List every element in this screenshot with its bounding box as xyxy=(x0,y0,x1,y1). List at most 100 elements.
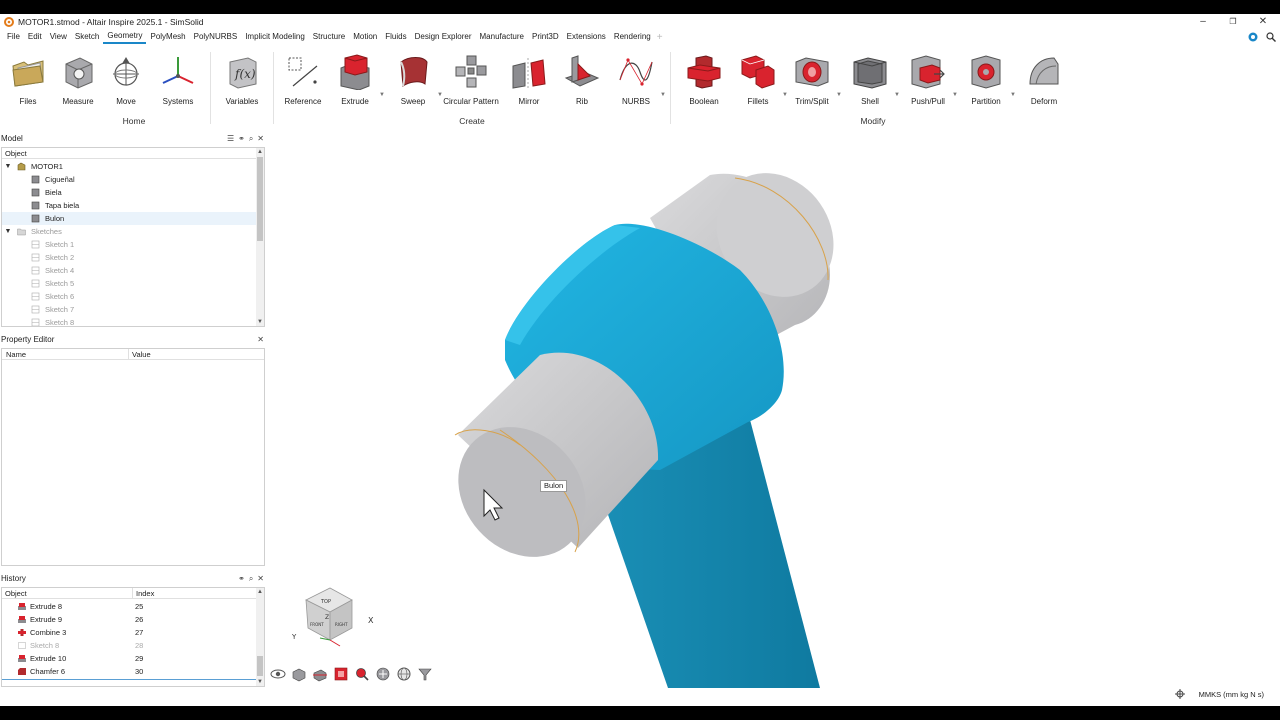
history-row[interactable]: Extrude 10 29 xyxy=(2,652,258,665)
visibility-icon[interactable] xyxy=(270,666,286,682)
menu-polymesh[interactable]: PolyMesh xyxy=(146,30,189,44)
tree-row-sketch[interactable]: Sketch 4 xyxy=(2,264,258,277)
tree-row-part[interactable]: Biela xyxy=(2,186,258,199)
account-icon[interactable] xyxy=(1248,32,1258,42)
tree-row-sketches[interactable]: ▼ Sketches xyxy=(2,225,258,238)
binoculars-icon[interactable]: ⚭ xyxy=(238,133,245,145)
nurbs-dropdown-icon[interactable]: ▼ xyxy=(660,92,666,98)
section-cut-icon[interactable] xyxy=(312,666,328,682)
tree-row-motor1[interactable]: ▼ MOTOR1 xyxy=(2,160,258,173)
menu-fluids[interactable]: Fluids xyxy=(381,30,410,44)
extrude-button[interactable]: Extrude xyxy=(327,46,383,110)
chevron-down-icon[interactable]: ▼ xyxy=(4,160,12,173)
menu-edit[interactable]: Edit xyxy=(24,30,46,44)
model-tree-scrollbar[interactable]: ▲ ▼ xyxy=(256,148,264,326)
search-icon[interactable] xyxy=(1266,32,1276,42)
history-row[interactable]: Combine 3 27 xyxy=(2,626,258,639)
snap-target-icon[interactable] xyxy=(1174,689,1185,699)
unit-system-selector[interactable]: MMKS (mm kg N s) xyxy=(1199,690,1264,699)
history-rollback-marker[interactable] xyxy=(2,679,258,680)
scrollbar-thumb[interactable] xyxy=(257,157,263,241)
list-view-icon[interactable]: ☰ xyxy=(227,133,234,145)
menu-rendering[interactable]: Rendering xyxy=(610,30,655,44)
trim-split-icon xyxy=(795,57,829,87)
trim-split-button[interactable]: Trim/Split xyxy=(784,46,840,110)
chevron-down-icon[interactable]: ▼ xyxy=(4,225,12,238)
zoom-icon[interactable] xyxy=(354,666,370,682)
scroll-up-icon[interactable]: ▲ xyxy=(256,148,264,156)
menu-design-explorer[interactable]: Design Explorer xyxy=(411,30,476,44)
history-name: Extrude 8 xyxy=(30,602,63,611)
menu-file[interactable]: File xyxy=(3,30,24,44)
tree-row-sketch[interactable]: Sketch 7 xyxy=(2,303,258,316)
application-window: MOTOR1.stmod - Altair Inspire 2025.1 - S… xyxy=(0,14,1280,706)
viewport-toolbar xyxy=(270,664,433,684)
binoculars-icon[interactable]: ⚭ xyxy=(238,573,245,585)
menu-print3d[interactable]: Print3D xyxy=(528,30,563,44)
menu-view[interactable]: View xyxy=(46,30,71,44)
tree-row-part[interactable]: Tapa biela xyxy=(2,199,258,212)
tree-row-part-selected[interactable]: Bulon xyxy=(2,212,258,225)
scrollbar-thumb[interactable] xyxy=(257,656,263,676)
deform-button[interactable]: Deform xyxy=(1016,46,1072,110)
systems-button[interactable]: Systems xyxy=(150,46,206,110)
history-row[interactable]: Sketch 8 28 xyxy=(2,639,258,652)
minimize-button[interactable]: – xyxy=(1188,14,1218,30)
tree-row-part[interactable]: Cigueñal xyxy=(2,173,258,186)
filter-icon[interactable] xyxy=(417,666,433,682)
menu-extensions[interactable]: Extensions xyxy=(563,30,610,44)
search-icon[interactable]: ⌕ xyxy=(249,133,253,145)
menu-motion[interactable]: Motion xyxy=(349,30,381,44)
variables-button[interactable]: f(x) Variables xyxy=(214,46,270,110)
add-ribbon-tab-button[interactable]: + xyxy=(657,32,663,43)
coordinate-system-icon xyxy=(162,57,194,84)
tree-row-sketch[interactable]: Sketch 1 xyxy=(2,238,258,251)
menu-implicit-modeling[interactable]: Implicit Modeling xyxy=(241,30,309,44)
tree-row-sketch[interactable]: Sketch 6 xyxy=(2,290,258,303)
ribbon-separator xyxy=(273,52,274,124)
menu-manufacture[interactable]: Manufacture xyxy=(476,30,528,44)
view-cube[interactable]: TOP FRONT RIGHT X Y Z xyxy=(291,587,374,647)
isolate-icon[interactable] xyxy=(375,666,391,682)
menu-geometry[interactable]: Geometry xyxy=(103,30,147,44)
scroll-down-icon[interactable]: ▼ xyxy=(256,318,264,326)
property-panel-title: Property Editor xyxy=(1,335,55,344)
scroll-down-icon[interactable]: ▼ xyxy=(256,678,264,686)
tree-row-sketch[interactable]: Sketch 2 xyxy=(2,251,258,264)
ribbon-separator xyxy=(210,52,211,124)
ribbon-group-create: Create xyxy=(459,116,485,126)
partition-button[interactable]: Partition xyxy=(958,46,1014,110)
menu-sketch[interactable]: Sketch xyxy=(71,30,103,44)
scroll-up-icon[interactable]: ▲ xyxy=(256,588,264,596)
globe-icon[interactable] xyxy=(396,666,412,682)
close-window-button[interactable]: ✕ xyxy=(1248,14,1278,30)
menu-polynurbs[interactable]: PolyNURBS xyxy=(190,30,242,44)
tree-row-sketch[interactable]: Sketch 5 xyxy=(2,277,258,290)
shell-button[interactable]: Shell xyxy=(842,46,898,110)
nurbs-button[interactable]: NURBS xyxy=(608,46,664,110)
history-row[interactable]: Extrude 8 25 xyxy=(2,600,258,613)
restore-button[interactable]: ❐ xyxy=(1218,14,1248,30)
circular-pattern-button[interactable]: Circular Pattern xyxy=(443,46,499,110)
close-icon[interactable]: ✕ xyxy=(257,334,264,346)
close-icon[interactable]: ✕ xyxy=(257,573,264,585)
tree-label: Sketch 1 xyxy=(45,240,75,249)
view-cube-top-label: TOP xyxy=(320,599,331,605)
box-select-icon[interactable] xyxy=(333,666,349,682)
3d-viewport[interactable]: TOP FRONT RIGHT X Y Z xyxy=(268,130,1280,690)
history-row[interactable]: Extrude 9 26 xyxy=(2,613,258,626)
history-index: 26 xyxy=(135,615,144,624)
part-display-icon[interactable] xyxy=(291,666,307,682)
tree-row-sketch[interactable]: Sketch 8 xyxy=(2,316,258,326)
svg-text:f(x): f(x) xyxy=(234,67,256,81)
sweep-button[interactable]: Sweep xyxy=(385,46,441,110)
property-column-header: Name Value xyxy=(2,349,264,360)
sketch-icon xyxy=(31,318,40,326)
menu-structure[interactable]: Structure xyxy=(309,30,349,44)
name-column-label: Name xyxy=(6,350,27,359)
close-icon[interactable]: ✕ xyxy=(257,133,264,145)
search-icon[interactable]: ⌕ xyxy=(249,573,253,585)
history-row[interactable]: Chamfer 6 30 xyxy=(2,665,258,678)
push-pull-button[interactable]: Push/Pull xyxy=(900,46,956,110)
history-scrollbar[interactable]: ▲ ▼ xyxy=(256,588,264,686)
